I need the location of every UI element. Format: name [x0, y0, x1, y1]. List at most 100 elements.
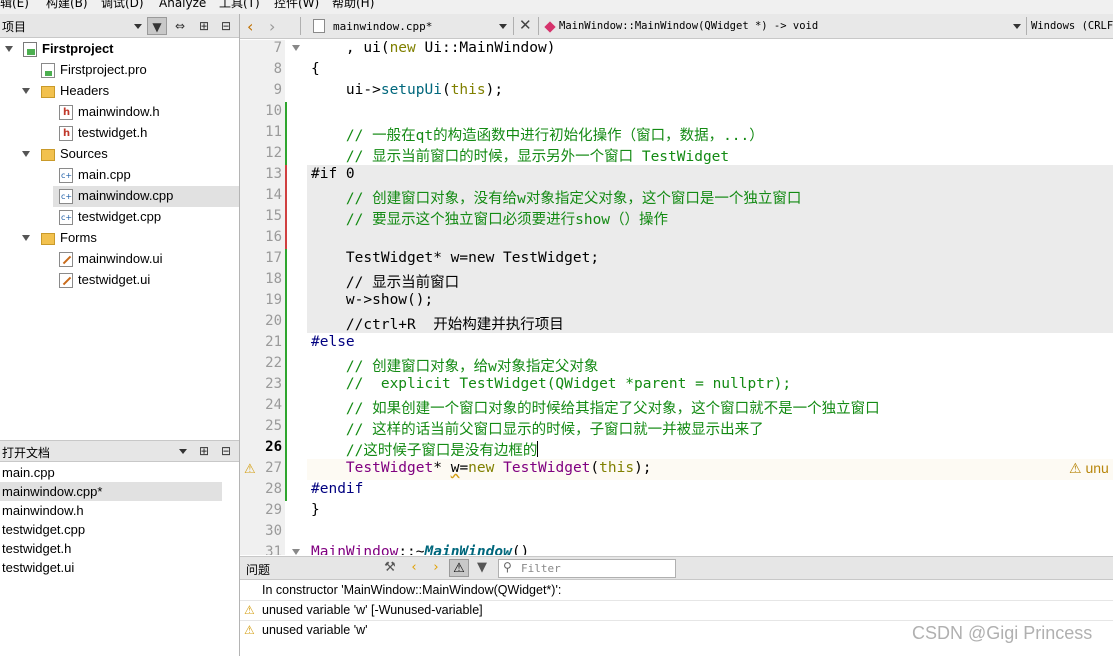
menu-controls[interactable]: 控件(W) [274, 0, 319, 11]
split-icon[interactable]: ⊞ [194, 442, 214, 460]
change-marker [285, 291, 287, 312]
code-text: TestWidget* w=new TestWidget; [311, 250, 600, 266]
tree-item-headers[interactable]: Headers [0, 81, 239, 102]
open-doc-item[interactable]: testwidget.ui [0, 558, 222, 577]
tree-item-testwidget-cpp[interactable]: testwidget.cpp [0, 207, 239, 228]
tree-item-pro-file[interactable]: Firstproject.pro [0, 60, 239, 81]
forward-arrow-icon[interactable]: › [269, 17, 275, 36]
code-comment: // 一般在qt的构造函数中进行初始化操作（窗口，数据，...） [311, 128, 764, 144]
tree-item-mainwindow-cpp[interactable]: mainwindow.cpp [53, 186, 239, 207]
code-text: ui-> [311, 82, 381, 98]
menu-edit[interactable]: 辑(E) [0, 0, 29, 11]
expand-chevron-icon[interactable] [5, 46, 13, 52]
divider [513, 17, 514, 35]
tree-item-mainwindow-ui[interactable]: mainwindow.ui [0, 249, 239, 270]
code-keyword: this [450, 82, 486, 98]
project-icon [23, 42, 37, 57]
menu-build[interactable]: 构建(B) [46, 0, 88, 11]
change-marker [285, 228, 287, 249]
tree-item-firstproject[interactable]: Firstproject [0, 39, 239, 60]
divider [300, 17, 301, 35]
issue-text: In constructor 'MainWindow::MainWindow(Q… [262, 583, 562, 597]
code-comment: // 如果创建一个窗口对象的时候给其指定了父对象，这个窗口就不是一个独立窗口 [311, 401, 880, 417]
code-line: 21 #else [240, 333, 1113, 354]
open-doc-item[interactable]: testwidget.cpp [0, 520, 222, 539]
tree-item-main-cpp[interactable]: main.cpp [0, 165, 239, 186]
tree-item-label: Forms [60, 230, 97, 245]
code-text: { [311, 61, 320, 77]
code-line: 24 // 如果创建一个窗口对象的时候给其指定了父对象，这个窗口就不是一个独立窗… [240, 396, 1113, 417]
expand-chevron-icon[interactable] [22, 235, 30, 241]
open-doc-item[interactable]: main.cpp [0, 463, 222, 482]
menu-analyze[interactable]: Analyze [159, 0, 206, 11]
inline-warning-text: ⚠ unu [1069, 460, 1109, 476]
code-type: MainWindow [311, 544, 399, 555]
code-editor[interactable]: 7 , ui(new Ui::MainWindow) 8 { 9 ui->set… [240, 40, 1113, 555]
menu-tools[interactable]: 工具(T) [219, 0, 260, 11]
change-marker [285, 438, 287, 459]
close-pane-icon[interactable]: ⊟ [216, 17, 236, 35]
issues-list: In constructor 'MainWindow::MainWindow(Q… [240, 580, 1113, 656]
filter-icon[interactable]: ▼ [147, 17, 167, 35]
tree-item-mainwindow-h[interactable]: mainwindow.h [0, 102, 239, 123]
code-text: ( [590, 460, 600, 476]
line-number: 10 [265, 103, 282, 119]
line-ending-selector[interactable]: Windows (CRLF) [1031, 20, 1113, 32]
change-marker [285, 165, 287, 186]
project-panel-title: 项目 [2, 20, 27, 34]
back-arrow-icon[interactable]: ‹ [247, 17, 253, 36]
menubar: 辑(E) 构建(B) 调试(D) Analyze 工具(T) 控件(W) 帮助(… [0, 0, 1113, 14]
change-marker [285, 459, 287, 480]
split-icon[interactable]: ⊞ [194, 17, 214, 35]
tree-item-label: Sources [60, 146, 108, 161]
header-file-icon [59, 105, 73, 120]
fold-marker-icon[interactable] [292, 45, 300, 51]
expand-chevron-icon[interactable] [22, 151, 30, 157]
issue-row[interactable]: ⚠ unused variable 'w' [-Wunused-variable… [240, 600, 1113, 620]
menu-debug[interactable]: 调试(D) [101, 0, 144, 11]
open-doc-item[interactable]: testwidget.h [0, 539, 222, 558]
fold-marker-icon[interactable] [292, 549, 300, 555]
tree-item-forms[interactable]: Forms [0, 228, 239, 249]
code-line: 18 // 显示当前窗口 [240, 270, 1113, 291]
change-marker [285, 417, 287, 438]
open-doc-item[interactable]: mainwindow.cpp* [0, 482, 222, 501]
close-pane-icon[interactable]: ⊟ [216, 442, 236, 460]
symbol-method-icon [544, 21, 556, 33]
tree-item-testwidget-ui[interactable]: testwidget.ui [0, 270, 239, 291]
tree-item-sources[interactable]: Sources [0, 144, 239, 165]
filter-icon[interactable]: ▼ [472, 559, 492, 577]
warning-icon: ⚠ [244, 603, 255, 617]
build-settings-icon[interactable]: ⚒ [380, 559, 400, 577]
issues-toolbar: 问题 ⚒ ‹ › ⚠ ▼ ⚲ Filter [240, 556, 1113, 580]
current-file-name[interactable]: mainwindow.cpp* [333, 20, 432, 33]
symbol-chevron-down-icon[interactable] [1013, 24, 1021, 29]
code-comment: // 创建窗口对象，给w对象指定父对象 [311, 359, 599, 375]
code-line: 19 w->show(); [240, 291, 1113, 312]
symbol-selector[interactable]: MainWindow::MainWindow(QWidget *) -> voi… [559, 20, 818, 32]
tree-item-label: Firstproject [42, 41, 114, 56]
close-document-icon[interactable]: ✕ [519, 16, 532, 34]
issues-filter-input[interactable]: ⚲ Filter [498, 559, 676, 578]
project-panel-header: 项目 ▼ ⇔ ⊞ ⊟ [0, 14, 239, 38]
tree-item-label: Headers [60, 83, 110, 98]
code-text: = [459, 460, 469, 476]
file-selector-chevron-down-icon[interactable] [499, 24, 507, 29]
chevron-down-icon[interactable] [179, 449, 187, 454]
expand-chevron-icon[interactable] [22, 88, 30, 94]
open-doc-item[interactable]: mainwindow.h [0, 501, 222, 520]
warning-filter-icon[interactable]: ⚠ [449, 559, 469, 577]
change-marker [285, 186, 287, 207]
link-icon[interactable]: ⇔ [170, 17, 190, 35]
menu-help[interactable]: 帮助(H) [332, 0, 374, 11]
line-number: 25 [265, 418, 282, 434]
code-line: 20 //ctrl+R 开始构建并执行项目 [240, 312, 1113, 333]
previous-issue-icon[interactable]: ‹ [404, 559, 424, 577]
issue-row[interactable]: In constructor 'MainWindow::MainWindow(Q… [240, 581, 1113, 601]
next-issue-icon[interactable]: › [426, 559, 446, 577]
project-tree: Firstproject Firstproject.pro Headers ma… [0, 38, 239, 438]
view-selector-chevron-down-icon[interactable] [134, 24, 142, 29]
tree-item-testwidget-h[interactable]: testwidget.h [0, 123, 239, 144]
pro-file-icon [41, 63, 55, 78]
